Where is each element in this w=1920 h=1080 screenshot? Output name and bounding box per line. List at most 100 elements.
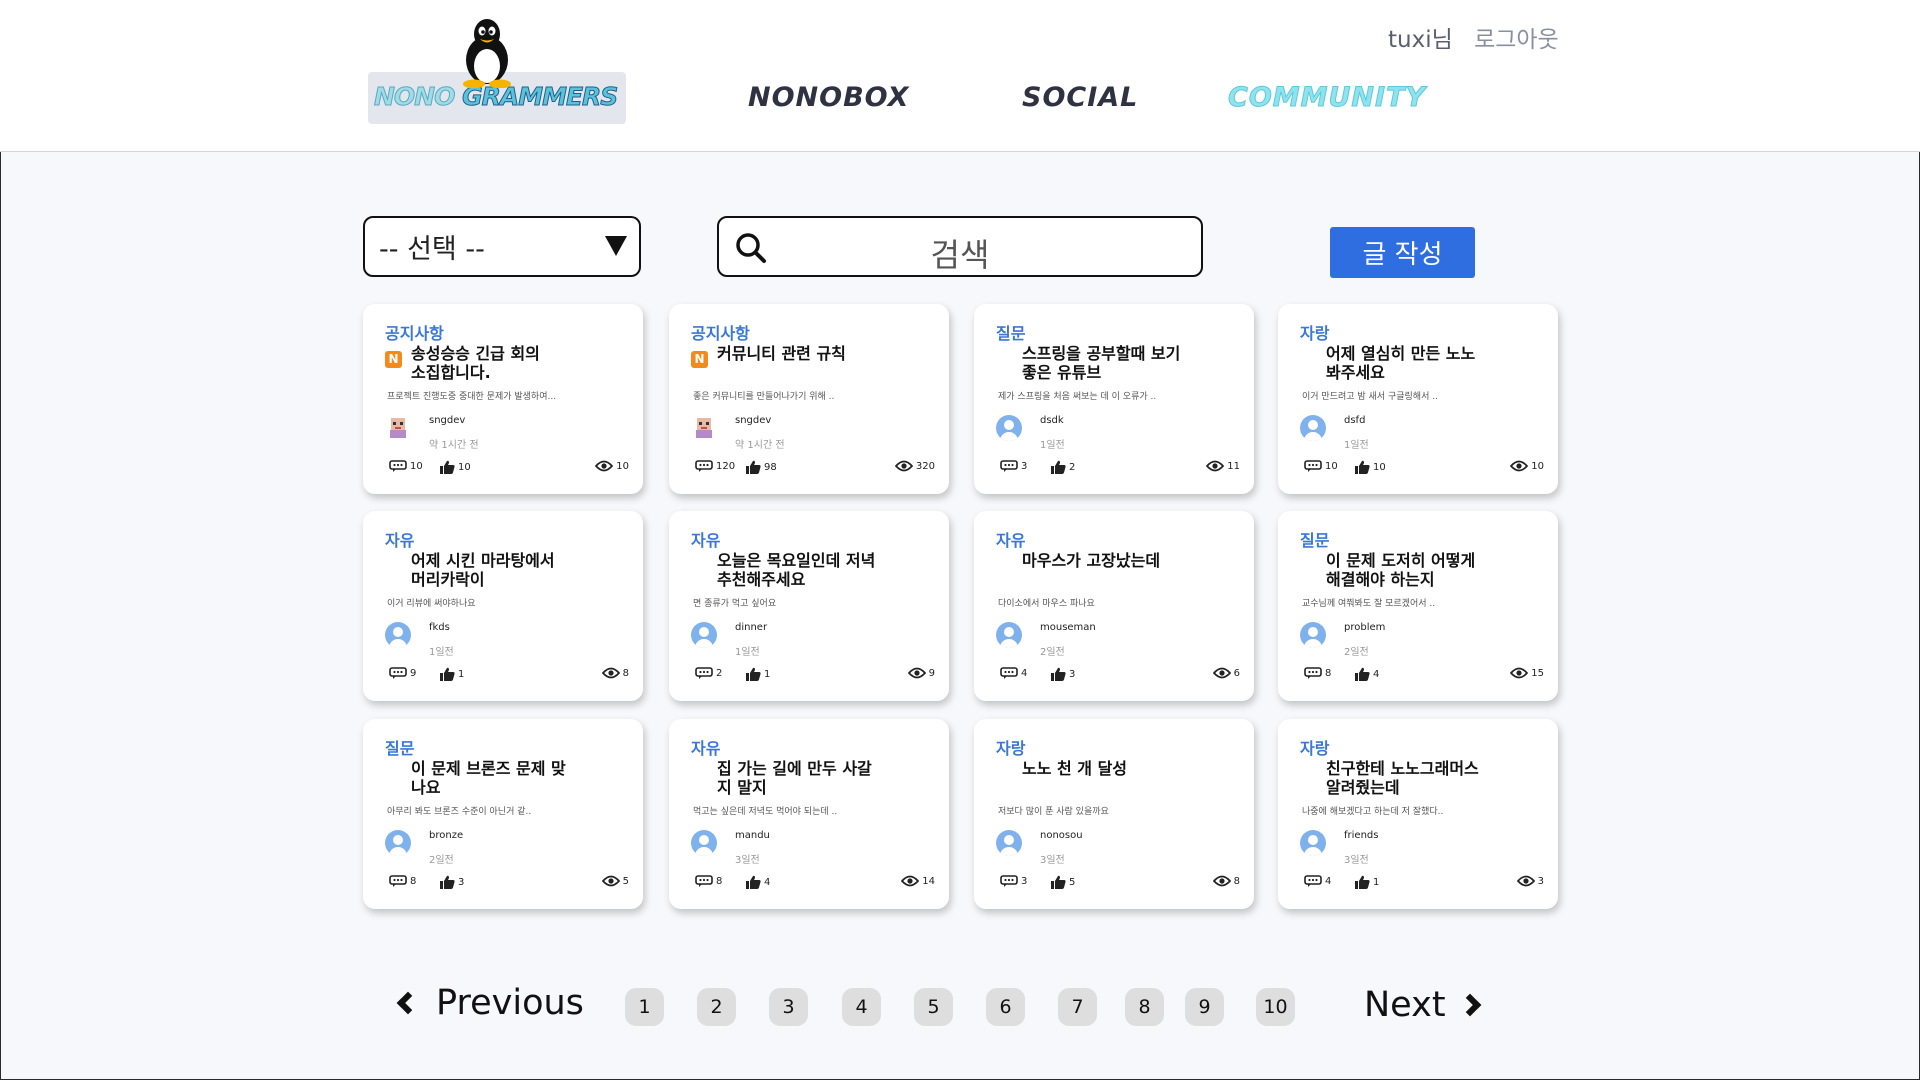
page-button[interactable]: 8: [1125, 988, 1164, 1026]
post-card[interactable]: 질문 이 문제 브론즈 문제 맞 나요 아무리 봐도 브론즈 수준이 아닌거 같..…: [363, 719, 643, 909]
view-count-value: 6: [1233, 667, 1240, 679]
thumbs-up-icon: [1051, 460, 1066, 474]
post-time: 1일전: [735, 647, 760, 658]
view-count: 6: [1212, 667, 1240, 679]
post-time: 1일전: [1344, 440, 1369, 451]
like-count[interactable]: 1: [439, 667, 464, 681]
nav-social[interactable]: SOCIAL: [1022, 82, 1138, 113]
post-excerpt: 면 종류가 먹고 싶어요: [693, 599, 777, 609]
post-title: 스프링을 공부할때 보기 좋은 유튜브: [1022, 344, 1181, 382]
post-card[interactable]: 자랑 어제 열심히 만든 노노 봐주세요 이거 만드려고 밤 새서 구글링해서 ..…: [1278, 304, 1558, 494]
eye-icon: [601, 667, 620, 679]
comment-count-value: 9: [410, 667, 417, 679]
avatar: [691, 415, 717, 441]
post-card[interactable]: 자유 집 가는 길에 만두 사갈 지 말지 먹고는 싶은데 저녁도 먹어야 되는데 …: [669, 719, 949, 909]
post-stats: 9 1 8: [389, 667, 629, 683]
like-count[interactable]: 4: [1354, 667, 1379, 681]
like-count[interactable]: 5: [1050, 875, 1075, 889]
comment-icon: [1304, 667, 1322, 679]
page-button[interactable]: 10: [1256, 988, 1295, 1026]
view-count-value: 8: [622, 667, 629, 679]
previous-button[interactable]: Previous: [394, 983, 584, 1023]
post-card[interactable]: 공지사항 N 송성승승 긴급 회의 소집합니다. 프로젝트 진행도중 중대한 문제가 …: [363, 304, 643, 494]
post-author: mouseman: [1040, 622, 1096, 633]
like-count[interactable]: 2: [1050, 460, 1075, 474]
notice-badge: N: [691, 351, 708, 368]
write-post-button[interactable]: 글 작성: [1330, 227, 1475, 278]
page-button[interactable]: 7: [1058, 988, 1097, 1026]
like-count[interactable]: 4: [745, 875, 770, 889]
eye-icon: [894, 460, 913, 472]
thumbs-up-icon: [1355, 667, 1370, 681]
comment-count-value: 4: [1021, 667, 1028, 679]
thumbs-up-icon: [746, 875, 761, 889]
post-excerpt: 이거 리뷰에 써야하나요: [387, 599, 476, 609]
logout-link[interactable]: 로그아웃: [1474, 27, 1559, 53]
like-count-value: 1: [1373, 876, 1380, 888]
search-input[interactable]: 검색: [717, 216, 1203, 277]
post-stats: 2 1 9: [695, 667, 935, 683]
post-excerpt: 아무리 봐도 브론즈 수준이 아닌거 같..: [387, 807, 532, 817]
page-button[interactable]: 3: [769, 988, 808, 1026]
comment-icon: [389, 460, 407, 472]
post-category: 공지사항: [385, 324, 444, 343]
comment-count-value: 8: [716, 875, 723, 887]
like-count[interactable]: 3: [439, 875, 464, 889]
like-count[interactable]: 1: [1354, 875, 1379, 889]
like-count[interactable]: 10: [1354, 460, 1386, 474]
view-count: 10: [595, 460, 629, 472]
post-title: 노노 천 개 달성: [1022, 759, 1128, 778]
post-excerpt: 다이소에서 마우스 파나요: [998, 599, 1095, 609]
post-card[interactable]: 자유 어제 시킨 마라탕에서 머리카락이 이거 리뷰에 써야하나요 fkds 1일전 9 1…: [363, 511, 643, 701]
post-card[interactable]: 자랑 노노 천 개 달성 저보다 많이 푼 사람 있을까요 nonosou 3일전 3 5 8: [974, 719, 1254, 909]
nav-nonobox[interactable]: NONOBOX: [748, 82, 910, 113]
thumbs-up-icon: [1051, 667, 1066, 681]
like-count[interactable]: 10: [439, 460, 471, 474]
category-select[interactable]: -- 선택 --: [363, 216, 641, 277]
page-button[interactable]: 4: [842, 988, 881, 1026]
dropdown-caret-icon: [605, 236, 627, 256]
post-card[interactable]: 자유 마우스가 고장났는데 다이소에서 마우스 파나요 mouseman 2일전 4 3 6: [974, 511, 1254, 701]
top-header: NONO GRAMMERS NONOBOX SOCIAL COMMUNITY t…: [0, 0, 1920, 152]
page-button[interactable]: 2: [697, 988, 736, 1026]
post-category: 자랑: [1300, 324, 1330, 343]
next-button[interactable]: Next: [1364, 985, 1481, 1025]
post-stats: 3 5 8: [1000, 875, 1240, 891]
page-button[interactable]: 9: [1185, 988, 1224, 1026]
post-card[interactable]: 자랑 친구한테 노노그래머스 알려줬는데 나중에 해보겠다고 하는데 저 잘했다..…: [1278, 719, 1558, 909]
post-title: 어제 시킨 마라탕에서 머리카락이: [411, 551, 555, 589]
chevron-right-icon: [1458, 993, 1481, 1017]
nav-community[interactable]: COMMUNITY: [1227, 82, 1426, 114]
view-count: 11: [1206, 460, 1240, 472]
comment-count-value: 3: [1021, 875, 1028, 887]
like-count-value: 2: [1069, 461, 1076, 473]
post-card[interactable]: 공지사항 N 커뮤니티 관련 규칙 좋은 커뮤니티를 만들어나가기 위해 .. sngd…: [669, 304, 949, 494]
post-time: 2일전: [1344, 647, 1369, 658]
post-card[interactable]: 질문 스프링을 공부할때 보기 좋은 유튜브 제가 스프링을 처음 써보는 데 이 …: [974, 304, 1254, 494]
post-card[interactable]: 자유 오늘은 목요일인데 저녁 추천해주세요 면 종류가 먹고 싶어요 dinner 1…: [669, 511, 949, 701]
page-button[interactable]: 1: [625, 988, 664, 1026]
post-time: 약 1시간 전: [429, 440, 479, 451]
post-time: 2일전: [1040, 647, 1065, 658]
page-button[interactable]: 5: [914, 988, 953, 1026]
eye-icon: [1516, 875, 1535, 887]
post-title: 커뮤니티 관련 규칙: [717, 344, 846, 363]
eye-icon: [601, 875, 620, 887]
like-count[interactable]: 3: [1050, 667, 1075, 681]
comment-count: 8: [389, 875, 416, 887]
post-category: 자유: [996, 531, 1026, 550]
post-author: dinner: [735, 622, 768, 633]
post-card[interactable]: 질문 이 문제 도저히 어떻게 해결해야 하는지 교수님께 여쭤봐도 잘 모르겠어서…: [1278, 511, 1558, 701]
user-area: tuxi님 로그아웃: [1388, 20, 1559, 54]
eye-icon: [1212, 875, 1231, 887]
like-count[interactable]: 1: [745, 667, 770, 681]
post-stats: 8 3 5: [389, 875, 629, 891]
post-category: 자유: [691, 739, 721, 758]
page-button[interactable]: 6: [986, 988, 1025, 1026]
post-category: 질문: [385, 739, 415, 758]
view-count: 9: [907, 667, 935, 679]
thumbs-up-icon: [440, 875, 455, 889]
post-author: dsfd: [1344, 415, 1366, 426]
like-count[interactable]: 98: [745, 460, 777, 474]
comment-count: 9: [389, 667, 416, 679]
